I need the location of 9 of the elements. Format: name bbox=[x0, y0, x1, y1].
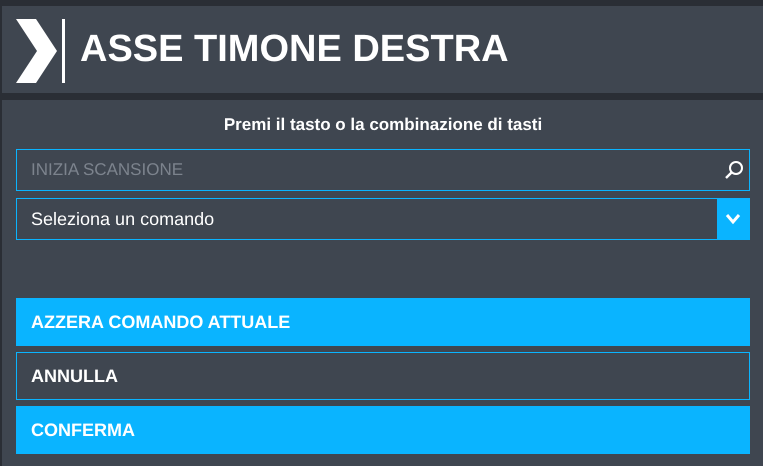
search-icon bbox=[724, 160, 744, 180]
command-dropdown[interactable]: Seleziona un comando bbox=[16, 198, 750, 240]
page-title: ASSE TIMONE DESTRA bbox=[80, 28, 509, 71]
dropdown-toggle[interactable] bbox=[717, 199, 749, 239]
instruction-text: Premi il tasto o la combinazione di tasti bbox=[222, 115, 544, 135]
action-button[interactable]: ANNULLA bbox=[16, 352, 750, 400]
chevron-logo-icon bbox=[16, 18, 66, 82]
chevron-down-icon bbox=[725, 213, 741, 225]
search-field[interactable]: INIZIA SCANSIONE bbox=[16, 149, 750, 191]
